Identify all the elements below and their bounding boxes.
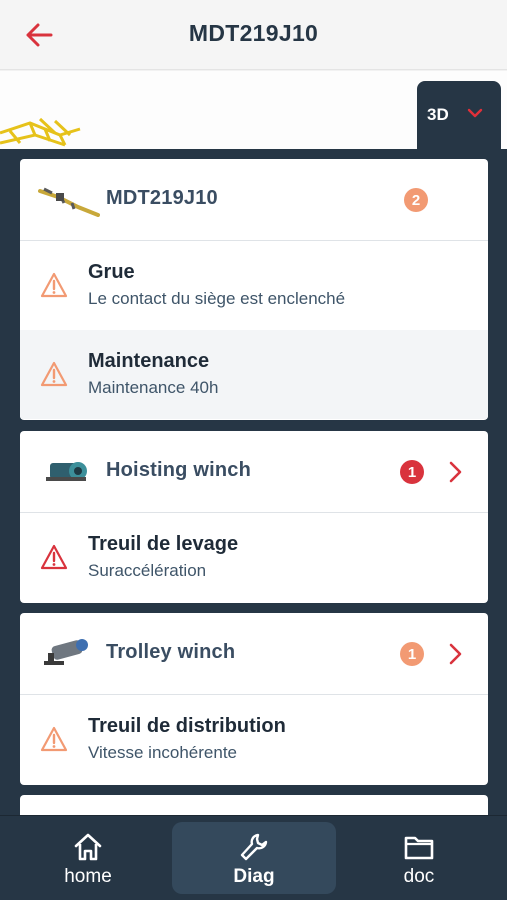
alert-subtitle: Vitesse incohérente xyxy=(88,743,238,762)
crane-model-image xyxy=(0,117,81,147)
bottom-navigation: home Diag doc xyxy=(0,815,507,900)
nav-diag-label: Diag xyxy=(233,866,275,887)
alert-subtitle: Suraccélération xyxy=(88,561,207,580)
alert-item[interactable]: Grue Le contact du siège est enclenché xyxy=(20,241,488,330)
alert-item[interactable]: Maintenance Maintenance 40h xyxy=(20,330,488,419)
nav-diag[interactable]: Diag xyxy=(172,822,336,894)
chevron-down-icon xyxy=(467,108,482,118)
view-mode-dropdown[interactable]: 3D xyxy=(417,81,501,153)
nav-home-label: home xyxy=(64,866,112,887)
error-warning-icon xyxy=(40,544,68,570)
warning-icon xyxy=(40,361,68,387)
crane-thumbnail-icon xyxy=(38,187,100,217)
card-title: MDT219J10 xyxy=(106,187,218,209)
alert-title: Grue xyxy=(88,261,135,283)
card-title: Hoisting winch xyxy=(106,459,252,481)
nav-doc[interactable]: doc xyxy=(337,822,501,894)
diagnostics-panel[interactable]: MDT219J10 2 Grue Le contact du siège est… xyxy=(0,149,507,815)
trolley-winch-thumbnail-icon xyxy=(44,639,88,665)
nav-doc-label: doc xyxy=(403,866,435,887)
warning-icon xyxy=(40,726,68,752)
alert-count-badge: 1 xyxy=(400,642,424,666)
alert-count-badge: 1 xyxy=(400,460,424,484)
nav-home[interactable]: home xyxy=(6,822,170,894)
card-header[interactable]: Trolley winch 1 xyxy=(20,613,488,695)
card-title: Trolley winch xyxy=(106,641,236,663)
component-card: Trolley winch 1 Treuil de distribution V… xyxy=(20,613,488,785)
app-header: MDT219J10 xyxy=(0,0,507,70)
view-mode-label: 3D xyxy=(427,105,449,124)
chevron-right-icon[interactable] xyxy=(448,642,464,666)
wrench-icon xyxy=(240,833,268,861)
page-title: MDT219J10 xyxy=(188,20,319,46)
home-icon xyxy=(74,833,102,861)
alert-item[interactable]: Treuil de levage Suraccélération xyxy=(20,513,488,602)
chevron-right-icon[interactable] xyxy=(448,460,464,484)
alert-title: Treuil de levage xyxy=(88,533,239,555)
alert-subtitle: Maintenance 40h xyxy=(88,378,219,397)
card-header: MDT219J10 2 xyxy=(20,159,488,241)
alert-title: Maintenance xyxy=(88,350,210,372)
machine-card: MDT219J10 2 Grue Le contact du siège est… xyxy=(20,159,488,420)
component-card[interactable] xyxy=(20,795,488,815)
alert-title: Treuil de distribution xyxy=(88,715,286,737)
alert-count-badge: 2 xyxy=(404,188,428,212)
warning-icon xyxy=(40,272,68,298)
alert-item[interactable]: Treuil de distribution Vitesse incohéren… xyxy=(20,695,488,784)
hoisting-winch-thumbnail-icon xyxy=(46,462,87,481)
component-card: Hoisting winch 1 Treuil de levage Suracc… xyxy=(20,431,488,603)
folder-icon xyxy=(404,836,434,860)
alert-subtitle: Le contact du siège est enclenché xyxy=(88,289,346,308)
card-header[interactable]: Hoisting winch 1 xyxy=(20,431,488,513)
